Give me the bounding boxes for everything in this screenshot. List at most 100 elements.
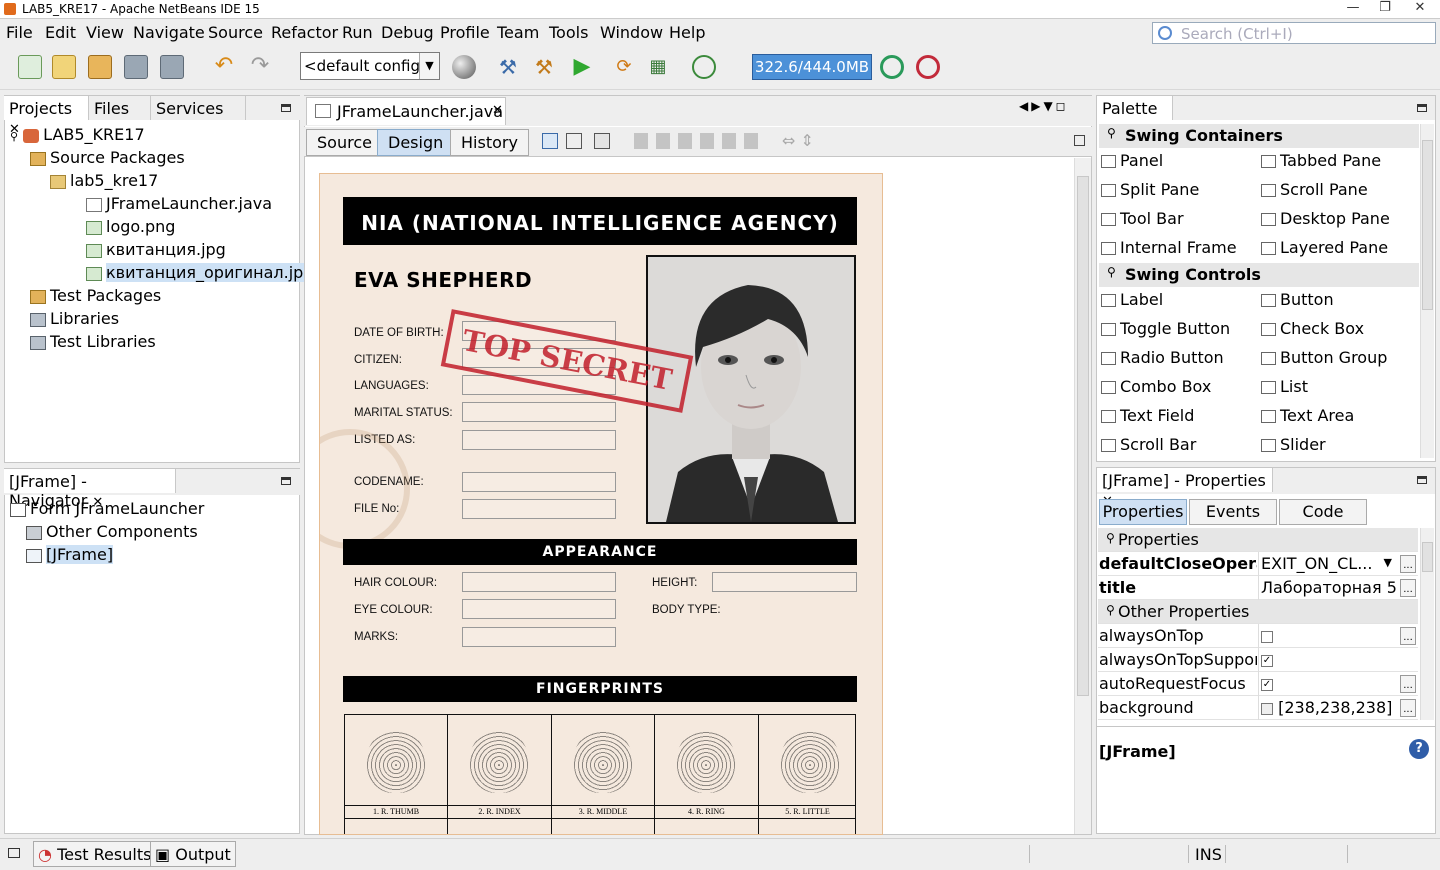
scrollbar-thumb[interactable] <box>1422 140 1433 310</box>
tree-node-libraries[interactable]: Libraries <box>30 308 119 330</box>
property-row[interactable]: alwaysOnTopSupported ✓ <box>1098 648 1418 672</box>
property-value[interactable]: ✓ <box>1258 672 1398 696</box>
minimize-icon[interactable] <box>281 104 291 112</box>
ellipsis-button[interactable]: ... <box>1400 555 1416 573</box>
checkbox[interactable] <box>1261 630 1273 643</box>
palette-group-containers[interactable]: ⚲ Swing Containers <box>1099 124 1419 148</box>
palette-item-tool-bar[interactable]: Tool Bar <box>1101 207 1184 231</box>
property-row[interactable]: title Лабораторная 5 ...... <box>1098 576 1418 600</box>
selection-mode-icon[interactable] <box>542 133 558 149</box>
palette-item-internal-frame[interactable]: Internal Frame <box>1101 236 1237 260</box>
editor-scrollbar[interactable] <box>1074 158 1091 834</box>
palette-item-layered-pane[interactable]: Layered Pane <box>1261 236 1388 260</box>
menu-refactor[interactable]: Refactor <box>271 23 338 42</box>
chevron-down-icon[interactable]: ▼ <box>1384 556 1392 569</box>
tree-node-package[interactable]: lab5_kre17 <box>50 170 158 192</box>
tab-services[interactable]: Services <box>151 96 246 120</box>
ellipsis-button[interactable]: ... <box>1400 699 1416 717</box>
tree-node-java-file[interactable]: JFrameLauncher.java <box>86 193 272 215</box>
minimize-icon[interactable] <box>1417 104 1427 112</box>
tree-node-receipt[interactable]: квитанция.jpg <box>86 239 226 261</box>
tree-node-project[interactable]: ⚲ LAB5_KRE17 <box>10 124 145 146</box>
property-value[interactable]: [238,238,238] <box>1258 696 1398 720</box>
property-row[interactable]: autoRequestFocus ✓... <box>1098 672 1418 696</box>
palette-item-text-field[interactable]: Text Field <box>1101 404 1194 428</box>
close-button[interactable]: ✕ <box>1405 0 1435 15</box>
gc-icon[interactable] <box>880 55 904 79</box>
checkbox-checked[interactable]: ✓ <box>1261 678 1273 691</box>
config-select[interactable]: <default config> ▼ <box>300 52 440 80</box>
properties-scrollbar[interactable] <box>1420 528 1434 720</box>
tab-properties-window[interactable]: [JFrame] - Properties ✕ <box>1097 468 1273 509</box>
build-hammer-icon[interactable]: ⚒ <box>496 55 520 79</box>
palette-item-panel[interactable]: Panel <box>1101 149 1163 173</box>
history-mode-button[interactable]: History <box>450 129 529 156</box>
properties-section[interactable]: ⚲ Properties <box>1098 528 1418 552</box>
editor-tab[interactable]: JFrameLauncher.java ✕ <box>306 97 506 125</box>
clean-build-icon[interactable]: ⚒ <box>532 55 556 79</box>
tree-node-test-libraries[interactable]: Test Libraries <box>30 331 156 353</box>
palette-item-button-group[interactable]: Button Group <box>1261 346 1387 370</box>
nav-node-form[interactable]: Form JFrameLauncher <box>10 498 204 520</box>
resize-icons[interactable]: ⇔ ⇕ <box>782 131 814 150</box>
panel-toggle-icon[interactable] <box>8 848 20 858</box>
palette-item-slider[interactable]: Slider <box>1261 433 1326 457</box>
menu-profile[interactable]: Profile <box>440 23 490 42</box>
ellipsis-button[interactable]: ... <box>1400 579 1416 597</box>
property-value[interactable]: ✓ <box>1258 648 1398 672</box>
checkbox-checked[interactable]: ✓ <box>1261 654 1273 667</box>
menu-view[interactable]: View <box>86 23 124 42</box>
menu-navigate[interactable]: Navigate <box>133 23 205 42</box>
help-icon[interactable]: ? <box>1409 739 1429 759</box>
palette-item-scroll-pane[interactable]: Scroll Pane <box>1261 178 1368 202</box>
close-icon[interactable]: ✕ <box>492 103 503 118</box>
menu-debug[interactable]: Debug <box>381 23 434 42</box>
palette-item-check-box[interactable]: Check Box <box>1261 317 1364 341</box>
minimize-button[interactable]: — <box>1338 0 1368 15</box>
tree-node-logo[interactable]: logo.png <box>86 216 175 238</box>
palette-item-desktop-pane[interactable]: Desktop Pane <box>1261 207 1390 231</box>
property-row[interactable]: background [238,238,238]... <box>1098 696 1418 720</box>
connection-mode-icon[interactable] <box>566 133 582 149</box>
minimize-icon[interactable] <box>281 477 291 485</box>
menu-file[interactable]: File <box>6 23 33 42</box>
preview-design-icon[interactable] <box>594 133 610 149</box>
tree-node-receipt-original[interactable]: квитанция_оригинал.jpg <box>86 262 314 284</box>
save-icon[interactable] <box>124 55 148 79</box>
tab-events[interactable]: Events <box>1189 499 1277 525</box>
search-input[interactable]: Search (Ctrl+I) <box>1152 22 1436 44</box>
open-project-icon[interactable] <box>88 55 112 79</box>
output-button[interactable]: ▣ Output <box>150 841 236 867</box>
palette-item-tabbed-pane[interactable]: Tabbed Pane <box>1261 149 1381 173</box>
palette-item-text-area[interactable]: Text Area <box>1261 404 1354 428</box>
palette-item-list[interactable]: List <box>1261 375 1308 399</box>
palette-item-label[interactable]: Label <box>1101 288 1163 312</box>
new-file-icon[interactable] <box>18 55 42 79</box>
tab-code[interactable]: Code <box>1279 499 1367 525</box>
redo-icon[interactable]: ↷ <box>248 55 272 79</box>
debug-icon[interactable]: ⟳ <box>612 55 636 79</box>
undo-icon[interactable]: ↶ <box>212 55 236 79</box>
menu-help[interactable]: Help <box>669 23 705 42</box>
tab-navigator[interactable]: [JFrame] - Navigator ✕ <box>4 469 176 510</box>
property-value[interactable] <box>1258 624 1398 648</box>
maximize-button[interactable]: ❐ <box>1370 0 1400 15</box>
palette-item-toggle-button[interactable]: Toggle Button <box>1101 317 1230 341</box>
tree-node-source-packages[interactable]: Source Packages <box>30 147 185 169</box>
editor-nav-arrows[interactable]: ◀▶▼◻ <box>1019 99 1069 113</box>
property-value[interactable]: EXIT_ON_CL... ▼ <box>1258 552 1398 576</box>
menu-window[interactable]: Window <box>600 23 663 42</box>
palette-scrollbar[interactable] <box>1420 124 1434 458</box>
tab-palette[interactable]: Palette ✕ <box>1097 96 1173 137</box>
palette-item-split-pane[interactable]: Split Pane <box>1101 178 1199 202</box>
tab-properties[interactable]: Properties <box>1099 499 1187 525</box>
ellipsis-button[interactable]: ... <box>1400 675 1416 693</box>
palette-group-controls[interactable]: ⚲ Swing Controls <box>1099 263 1419 287</box>
tab-files[interactable]: Files <box>89 96 151 120</box>
source-mode-button[interactable]: Source <box>306 129 383 156</box>
menu-source[interactable]: Source <box>208 23 263 42</box>
scrollbar-thumb[interactable] <box>1077 176 1089 696</box>
palette-item-combo-box[interactable]: Combo Box <box>1101 375 1211 399</box>
design-mode-button[interactable]: Design <box>377 129 455 156</box>
run-icon[interactable]: ▶ <box>570 55 594 79</box>
